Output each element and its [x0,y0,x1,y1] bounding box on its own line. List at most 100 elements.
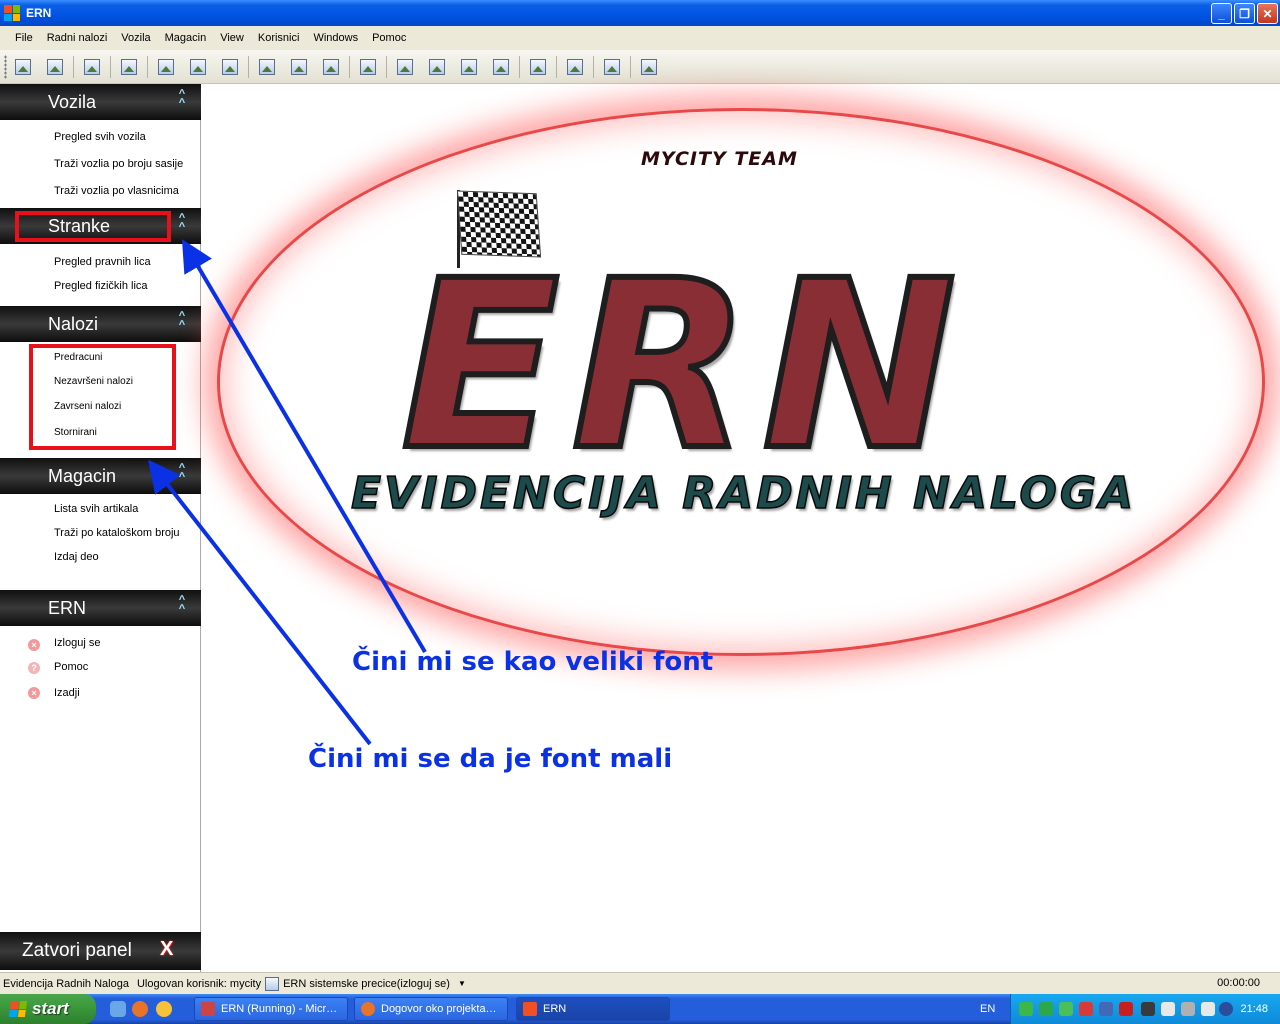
task-label: ERN [543,1003,567,1015]
windows-logo-icon [8,1001,28,1017]
logo-subtitle: EVIDENCIJA RADNIH NALOGA [350,467,1137,520]
group-header-vozila[interactable]: Vozila ^ ^ [0,84,201,120]
app-icon [4,5,20,21]
tray-icon[interactable] [1141,1002,1155,1016]
tray-icon[interactable] [1039,1002,1053,1016]
main-area: MYCITY TEAM ERN EVIDENCIJA RADNIH NALOGA [201,84,1280,972]
toolbar-separator [630,55,631,78]
help-icon: ? [28,662,40,674]
menu-radni-nalozi[interactable]: Radni nalozi [40,32,115,44]
toolbar-image-icon[interactable] [641,58,657,75]
firefox-icon[interactable] [132,1001,148,1017]
toolbar-image-icon[interactable] [530,58,546,75]
toolbar-separator [73,55,74,78]
collapse-chevron-icon[interactable]: ^ ^ [175,213,189,238]
group-header-ern[interactable]: ERN ^ ^ [0,590,201,626]
collapse-chevron-icon[interactable]: ^ ^ [175,311,189,336]
toolbar-image-icon[interactable] [259,58,275,75]
toolbar-image-icon[interactable] [84,58,100,75]
tray-icon[interactable] [1059,1002,1073,1016]
toolbar-image-icon[interactable] [222,58,238,75]
close-panel-button[interactable]: Zatvori panel X [0,932,201,970]
panel-item-pravna-lica[interactable]: Pregled pravnih lica [54,256,151,268]
minimize-button[interactable]: _ [1211,3,1232,24]
task-ern-running[interactable]: ERN (Running) - Micr… [194,997,348,1021]
dropdown-arrow-icon[interactable]: ▼ [458,979,466,988]
start-button[interactable]: start [0,994,96,1024]
group-header-nalozi[interactable]: Nalozi ^ ^ [0,306,201,342]
toolbar-image-icon[interactable] [604,58,620,75]
toolbar-separator [349,55,350,78]
restore-button[interactable]: ❐ [1234,3,1255,24]
menu-windows[interactable]: Windows [306,32,365,44]
panel-item-kataloski-broj[interactable]: Traži po kataloškom broju [54,527,180,539]
toolbar-image-icon[interactable] [360,58,376,75]
toolbar-image-icon[interactable] [158,58,174,75]
group-title: Vozila [48,92,97,112]
language-indicator[interactable]: EN [980,1003,995,1015]
close-x-icon: X [160,938,174,960]
logout-icon: × [28,639,40,651]
panel-item-trazi-po-vlasnicima[interactable]: Traži vozlia po vlasnicima [54,185,179,197]
toolbar-image-icon[interactable] [190,58,206,75]
visual-studio-icon [201,1002,215,1016]
annotation-small-font: Čini mi se da je font mali [308,744,673,774]
toolbar-image-icon[interactable] [47,58,63,75]
tray-icon[interactable] [1201,1002,1215,1016]
menu-view[interactable]: View [213,32,251,44]
annotation-box-nalozi-items [29,344,176,450]
toolbar-image-icon[interactable] [323,58,339,75]
close-panel-label: Zatvori panel [22,940,132,961]
collapse-chevron-icon[interactable]: ^ ^ [175,89,189,114]
toolbar-image-icon[interactable] [121,58,137,75]
network-icon[interactable] [1099,1002,1113,1016]
toolbar-image-icon[interactable] [567,58,583,75]
shortcuts-image-icon [265,976,280,991]
tray-icon[interactable] [1219,1002,1233,1016]
task-label: ERN (Running) - Micr… [221,1003,338,1015]
panel-item-izdaj-deo[interactable]: Izdaj deo [54,551,99,563]
task-ern[interactable]: ERN [516,997,670,1021]
close-button[interactable]: ✕ [1257,3,1278,24]
menu-korisnici[interactable]: Korisnici [251,32,307,44]
quicklaunch-app-icon[interactable] [156,1001,172,1017]
logo-ern-text: ERN [398,231,969,501]
menu-pomoc[interactable]: Pomoc [365,32,413,44]
menu-bar: File Radni nalozi Vozila Magacin View Ko… [0,26,1280,50]
toolbar-separator [556,55,557,78]
group-title: ERN [48,598,87,618]
panel-item-pregled-svih-vozila[interactable]: Pregled svih vozila [54,131,146,143]
menu-vozila[interactable]: Vozila [114,32,157,44]
toolbar-image-icon[interactable] [461,58,477,75]
panel-item-pomoc[interactable]: Pomoc [54,661,88,673]
panel-item-trazi-po-sasiji[interactable]: Traži vozlia po broju sasije [54,158,183,170]
panel-item-fizicka-lica[interactable]: Pregled fizičkih lica [54,280,148,292]
volume-icon[interactable] [1161,1002,1175,1016]
status-shortcuts-dropdown[interactable]: ERN sistemske precice(izloguj se) [283,978,450,990]
annotation-big-font: Čini mi se kao veliki font [352,647,714,677]
annotation-box-stranke [15,211,171,242]
toolbar-image-icon[interactable] [397,58,413,75]
group-header-magacin[interactable]: Magacin ^ ^ [0,458,201,494]
toolbar-image-icon[interactable] [291,58,307,75]
toolbar-separator [593,55,594,78]
toolbar-image-icon[interactable] [15,58,31,75]
ati-icon[interactable] [1119,1002,1133,1016]
menu-magacin[interactable]: Magacin [158,32,214,44]
task-dogovor[interactable]: Dogovor oko projekta… [354,997,508,1021]
panel-item-izadji[interactable]: Izadji [54,687,80,699]
toolbar-grip[interactable] [4,54,7,79]
panel-item-izloguj-se[interactable]: Izloguj se [54,637,100,649]
collapse-chevron-icon[interactable]: ^ ^ [175,595,189,620]
toolbar-image-icon[interactable] [429,58,445,75]
tray-icon[interactable] [1019,1002,1033,1016]
menu-file[interactable]: File [8,32,40,44]
show-desktop-icon[interactable] [110,1001,126,1017]
toolbar-separator [248,55,249,78]
toolbar-image-icon[interactable] [493,58,509,75]
firefox-icon [361,1002,375,1016]
tray-icon[interactable] [1181,1002,1195,1016]
collapse-chevron-icon[interactable]: ^ ^ [175,463,189,488]
panel-item-lista-artikala[interactable]: Lista svih artikala [54,503,138,515]
shield-icon[interactable] [1079,1002,1093,1016]
